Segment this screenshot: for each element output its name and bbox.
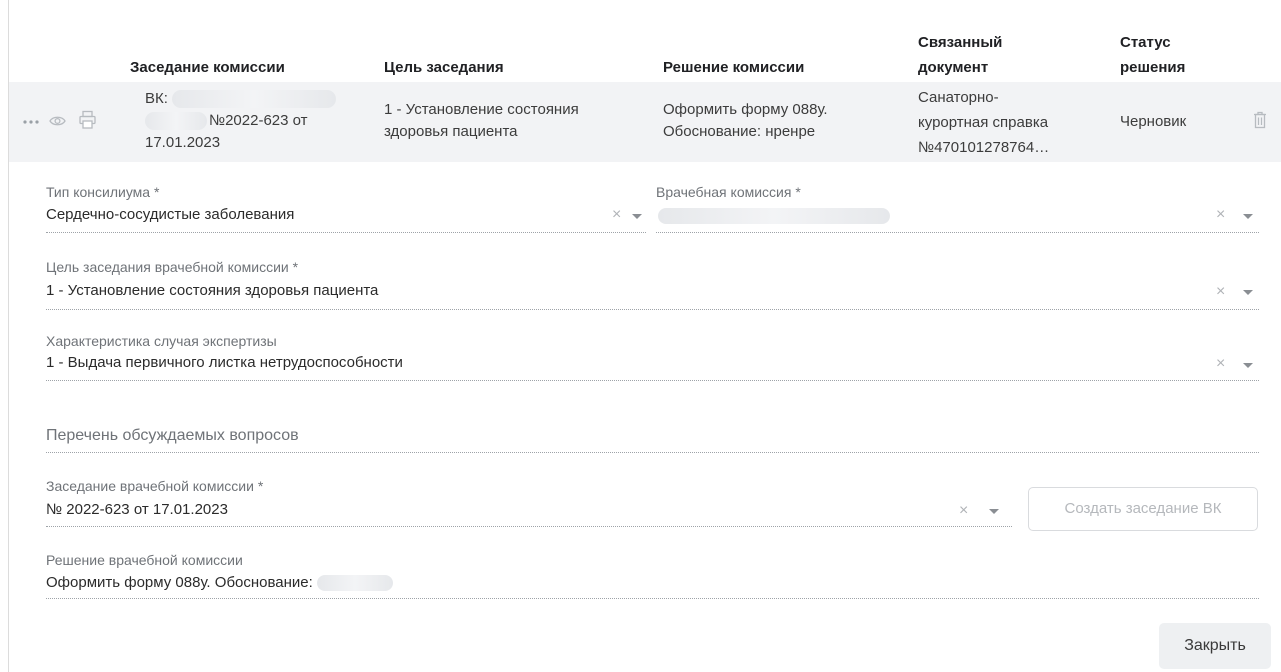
session-underline (46, 526, 1012, 527)
commission-value-redacted[interactable] (658, 208, 890, 224)
redacted-text (145, 112, 207, 131)
row-goal: 1 - Установление состояния здоровья паци… (384, 101, 579, 140)
header-decision: Решение комиссии (663, 59, 805, 76)
row-session[interactable]: ВК: №2022-623 от 17.01.2023 (145, 88, 375, 154)
row-status: Черновик (1120, 113, 1187, 130)
decision-value[interactable]: Оформить форму 088у. Обоснование: (46, 573, 393, 593)
clear-icon[interactable]: × (959, 503, 968, 519)
header-linked-doc: Связанный документ (918, 34, 1003, 76)
chevron-down-icon[interactable] (1243, 214, 1253, 219)
session-goal-underline (46, 309, 1259, 310)
clear-icon[interactable]: × (1216, 356, 1225, 372)
clear-icon[interactable]: × (1216, 207, 1225, 223)
clear-icon[interactable]: × (612, 207, 621, 223)
print-icon[interactable] (79, 110, 96, 130)
commission-underline (656, 232, 1259, 233)
questions-input[interactable]: Перечень обсуждаемых вопросов (46, 426, 299, 446)
consilium-type-label: Тип консилиума * (46, 184, 160, 200)
consilium-type-value[interactable]: Сердечно-сосудистые заболевания (46, 205, 294, 225)
session-goal-value[interactable]: 1 - Установление состояния здоровья паци… (46, 281, 378, 301)
row-linked-doc[interactable]: Санаторно- курортная справка №4701012787… (918, 87, 1049, 159)
session-label: Заседание врачебной комиссии * (46, 478, 264, 494)
expertise-underline (46, 380, 1259, 381)
consilium-type-underline (46, 232, 646, 233)
decision-underline (46, 598, 1259, 599)
questions-underline (46, 452, 1259, 453)
redacted-text (172, 90, 337, 109)
more-icon[interactable] (23, 119, 39, 125)
create-session-button[interactable]: Создать заседание ВК (1028, 487, 1258, 531)
header-status: Статус решения (1120, 34, 1186, 76)
expertise-value[interactable]: 1 - Выдача первичного листка нетрудоспос… (46, 353, 403, 373)
redacted-text (317, 575, 393, 592)
trash-icon[interactable] (1253, 111, 1267, 129)
chevron-down-icon[interactable] (632, 214, 642, 219)
eye-icon[interactable] (49, 113, 66, 129)
session-value[interactable]: № 2022-623 от 17.01.2023 (46, 500, 228, 520)
close-button[interactable]: Закрыть (1159, 623, 1271, 669)
decision-label: Решение врачебной комиссии (46, 552, 243, 568)
row-decision: Оформить форму 088у. Обоснование: нренре (663, 101, 828, 140)
commission-label: Врачебная комиссия * (656, 184, 801, 200)
chevron-down-icon[interactable] (1243, 363, 1253, 368)
header-goal: Цель заседания (384, 59, 504, 76)
clear-icon[interactable]: × (1216, 284, 1225, 300)
session-goal-label: Цель заседания врачебной комиссии * (46, 259, 299, 275)
header-session: Заседание комиссии (130, 59, 285, 76)
chevron-down-icon[interactable] (1243, 290, 1253, 295)
expertise-label: Характеристика случая экспертизы (46, 333, 277, 349)
chevron-down-icon[interactable] (989, 509, 999, 514)
